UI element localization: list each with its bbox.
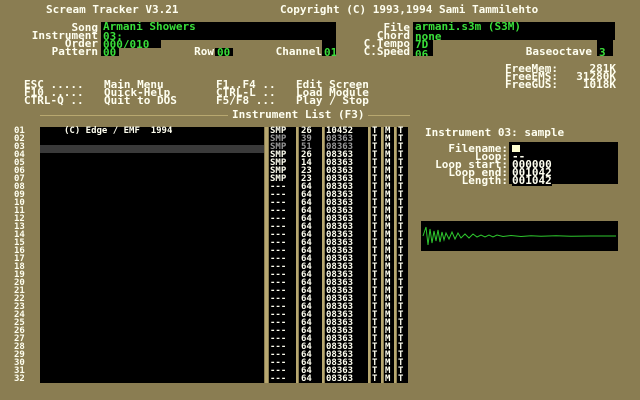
instrument-field-value: 03: <box>103 30 123 40</box>
baseoctave-value: 3 <box>599 46 606 56</box>
instrument-name[interactable] <box>40 191 264 199</box>
row-number: 32 <box>14 374 25 384</box>
pattern-field[interactable]: 00 <box>101 48 119 56</box>
song-panel-step <box>319 22 336 40</box>
instrument-name[interactable] <box>40 359 264 367</box>
column-separator <box>265 127 268 383</box>
instrument-flag-m: M <box>385 374 391 384</box>
instrument-type: --- <box>270 374 287 384</box>
instrument-name[interactable] <box>40 327 264 335</box>
tempo-speed-field[interactable]: 7D 06 <box>413 40 433 56</box>
instrument-name[interactable] <box>40 367 264 375</box>
order-value: 000/010 <box>103 40 150 48</box>
instrument-name[interactable] <box>40 199 264 207</box>
baseoctave-label: Baseoctave <box>525 45 592 58</box>
instrument-name[interactable] <box>40 375 264 383</box>
row-value: 00 <box>217 48 231 56</box>
column-separator <box>381 127 383 383</box>
help-key-f5f8: F5/F8 ... <box>216 94 276 107</box>
instrument-name[interactable] <box>40 167 264 175</box>
instrument-name[interactable] <box>40 351 264 359</box>
filename-cursor[interactable] <box>512 145 520 152</box>
instrument-name[interactable] <box>40 207 264 215</box>
instrument-name[interactable] <box>40 183 264 191</box>
pattern-label: Pattern <box>51 45 98 58</box>
chord-value: none <box>415 30 442 40</box>
cspeed-value: 06 <box>415 48 429 56</box>
row-field[interactable]: 00 <box>215 48 233 56</box>
instrument-name[interactable] <box>40 343 264 351</box>
length-label: Length: <box>461 174 508 187</box>
channel-value: 01 <box>324 46 336 56</box>
instrument-name[interactable] <box>40 279 264 287</box>
instrument-name[interactable] <box>40 223 264 231</box>
column-separator <box>322 127 324 383</box>
instrument-name[interactable] <box>40 159 264 167</box>
instrument-name[interactable] <box>40 135 264 143</box>
freegus-label: FreeGUS: <box>505 78 558 91</box>
instrument-flag-t: T <box>372 374 378 384</box>
channel-label: Channel <box>275 45 322 58</box>
instrument-name[interactable] <box>40 335 264 343</box>
pattern-value: 00 <box>103 48 117 56</box>
help-action-play-stop[interactable]: Play / Stop <box>296 95 369 106</box>
instrument-name[interactable] <box>40 175 264 183</box>
instrument-name[interactable] <box>40 255 264 263</box>
instrument-name[interactable] <box>40 303 264 311</box>
instrument-name[interactable] <box>40 231 264 239</box>
column-separator <box>296 127 298 383</box>
help-key-ctrlq: CTRL-Q .. <box>24 94 84 107</box>
waveform-icon <box>422 226 616 246</box>
instrument-volume: 64 <box>301 374 312 384</box>
cursor-highlight-row <box>40 145 264 153</box>
column-separator <box>368 127 370 383</box>
app-title: Scream Tracker V3.21 <box>46 3 179 16</box>
instrument-name[interactable] <box>40 319 264 327</box>
row-label: Row <box>194 45 214 58</box>
instrument-name[interactable] <box>40 239 264 247</box>
instrument-name[interactable] <box>40 271 264 279</box>
freegus-value: 1018K <box>582 78 616 91</box>
instrument-flag-t-column: TTTTTTTTTTTTTTTTTTTTTTTTTTTTTTTT <box>371 127 381 384</box>
channel-field[interactable]: 01 <box>322 40 336 56</box>
instrument-name[interactable] <box>40 287 264 295</box>
copyright-text: Copyright (C) 1993,1994 Sami Tammilehto <box>280 3 539 16</box>
instrument-name[interactable] <box>40 215 264 223</box>
instrument-names-panel[interactable]: (C) Edge / EMF 1994 <box>40 127 264 383</box>
song-name-field[interactable]: Armani Showers 03: <box>101 22 321 40</box>
cspeed-label: C.Speed <box>363 45 410 58</box>
help-action-quit[interactable]: Quit to DOS <box>104 95 177 106</box>
instrument-detail-title: Instrument 03: sample <box>425 126 565 139</box>
instrument-volume-column: 26 39 51 26 14 23 23 64 64 64 64 64 64 64 64 64 64 64 64 64… <box>299 127 322 384</box>
instrument-flag-t: T <box>398 374 404 384</box>
instrument-c2spd-column: 10452 08363 08363 08363 08363 08363 08363 08363… <box>325 127 368 384</box>
instrument-name[interactable] <box>40 247 264 255</box>
instrument-type-column: SMP SMP SMP SMP SMP SMP SMP --- --- --- --- --- --- -… <box>269 127 296 384</box>
length-value[interactable]: 001042 <box>512 176 552 186</box>
instrument-name[interactable] <box>40 311 264 319</box>
instrument-name[interactable] <box>40 263 264 271</box>
waveform-display <box>421 221 618 251</box>
instrument-name[interactable]: (C) Edge / EMF 1994 <box>40 127 264 136</box>
order-field[interactable]: 000/010 <box>101 40 161 48</box>
file-field[interactable]: armani.s3m (S3M) none <box>413 22 615 40</box>
instrument-name[interactable] <box>40 295 264 303</box>
instrument-list-title: Instrument List (F3) <box>228 109 369 120</box>
baseoctave-field[interactable]: 3 <box>597 40 613 56</box>
instrument-c2spd: 08363 <box>326 374 354 384</box>
row-number-column: 01 02 03 04 05 06 07 08 09 10 11 12 13 14 15 16 17 18 19 20… <box>14 127 38 384</box>
